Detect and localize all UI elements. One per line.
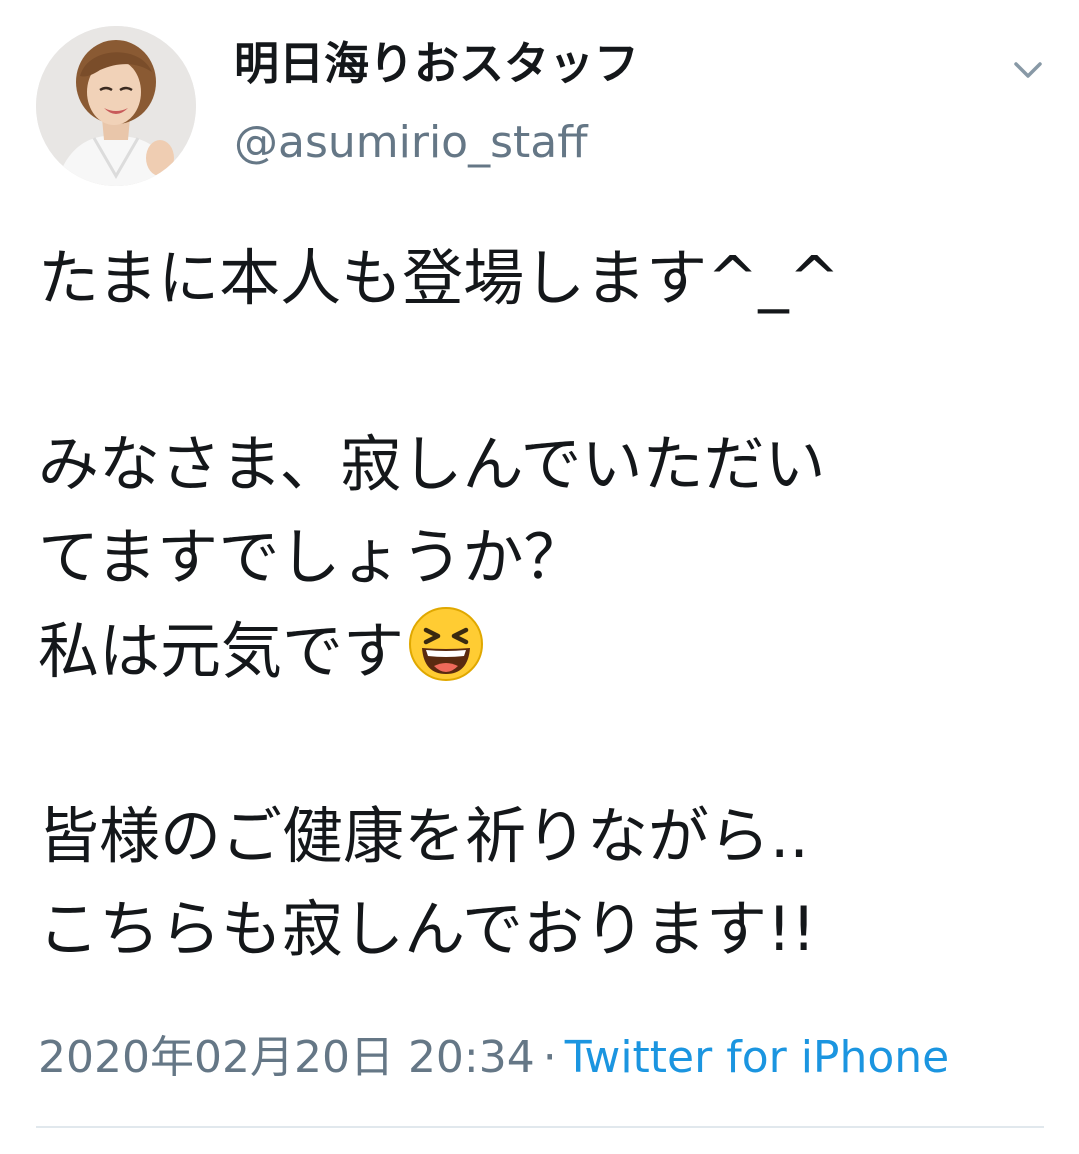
display-name[interactable]: 明日海りおスタッフ bbox=[234, 38, 639, 90]
tweet-text: たまに本人も登場します^_^ みなさま、寂しんでいただい てますでしょうか？ 私… bbox=[38, 232, 1048, 976]
tweet-line-text: 私は元気です bbox=[38, 616, 405, 687]
tweet-line-with-emoji: 私は元気です bbox=[38, 604, 1048, 697]
source-link[interactable]: Twitter for iPhone bbox=[565, 1032, 949, 1083]
meta-separator: · bbox=[542, 1032, 557, 1083]
tweet-line: 皆様のご健康を祈りながら.. bbox=[38, 801, 809, 872]
chevron-down-icon[interactable] bbox=[1008, 52, 1048, 88]
tweet-line: こちらも寂しんでおります!! bbox=[38, 894, 816, 965]
tweet-line: みなさま、寂しんでいただい bbox=[38, 429, 826, 500]
tweet-line: たまに本人も登場します^_^ bbox=[38, 243, 840, 314]
profile-photo-icon bbox=[36, 26, 196, 186]
grinning-squinting-face-emoji-icon bbox=[409, 607, 484, 681]
tweet-card: 明日海りおスタッフ @asumirio_staff たまに本人も登場します^_^… bbox=[0, 0, 1079, 1154]
divider bbox=[36, 1126, 1044, 1128]
user-handle[interactable]: @asumirio_staff bbox=[234, 117, 588, 169]
tweet-line: てますでしょうか？ bbox=[38, 522, 585, 593]
tweet-timestamp[interactable]: 2020年02月20日 20:34 bbox=[38, 1032, 535, 1083]
tweet-meta: 2020年02月20日 20:34 · Twitter for iPhone bbox=[38, 1030, 949, 1086]
avatar[interactable] bbox=[36, 26, 196, 186]
